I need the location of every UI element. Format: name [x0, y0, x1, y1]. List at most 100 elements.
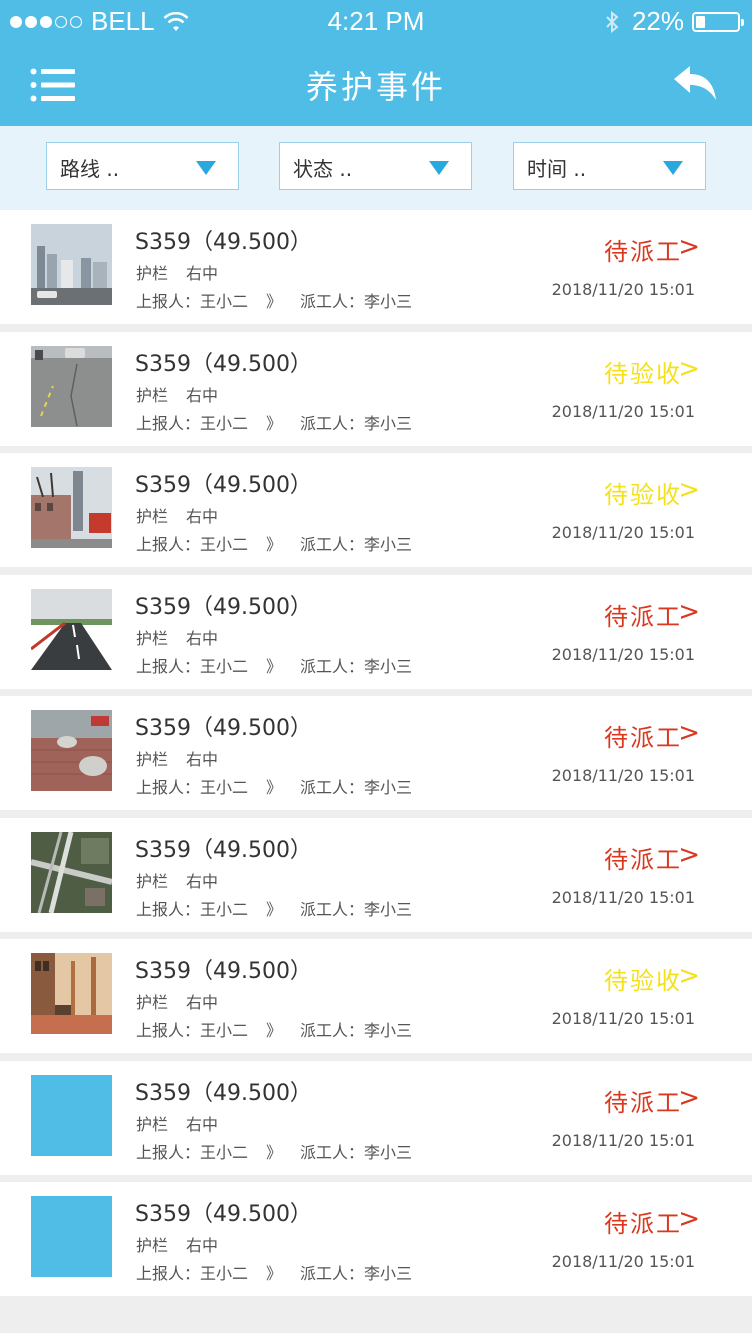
status-filter-label: 状态 .. — [293, 157, 353, 181]
flow-arrow: 》 — [266, 657, 283, 676]
city-skyline-photo — [31, 224, 112, 305]
event-detail: 护栏 右中 — [136, 382, 218, 406]
event-code: S359（49.500） — [135, 1202, 312, 1227]
event-list-item[interactable]: S359（49.500） 护栏 右中 上报人：王小二》派工人：李小三 待验收 > … — [0, 453, 752, 567]
event-status: 待派工 — [604, 724, 682, 752]
event-time: 2018/11/20 15:01 — [551, 1009, 695, 1028]
event-list-item[interactable]: S359（49.500） 护栏 右中 上报人：王小二》派工人：李小三 待验收 > … — [0, 939, 752, 1053]
event-code: S359（49.500） — [135, 595, 312, 620]
event-time: 2018/11/20 15:01 — [551, 1131, 695, 1150]
event-code: S359（49.500） — [135, 352, 312, 377]
event-position: 右中 — [186, 264, 219, 283]
event-detail: 护栏 右中 — [136, 746, 218, 770]
event-type: 护栏 — [136, 386, 169, 405]
event-reporter: 上报人：王小二 — [136, 1143, 249, 1162]
event-position: 右中 — [186, 1115, 219, 1134]
event-type: 护栏 — [136, 872, 169, 891]
event-reporter: 上报人：王小二 — [136, 778, 249, 797]
route-filter-label: 路线 .. — [60, 157, 120, 181]
placeholder-image — [31, 1196, 112, 1277]
event-dispatcher: 派工人：李小三 — [300, 657, 413, 676]
battery-icon — [692, 11, 744, 32]
chevron-right-icon: > — [678, 597, 700, 627]
event-reporter: 上报人：王小二 — [136, 1021, 249, 1040]
event-position: 右中 — [186, 993, 219, 1012]
time-filter-dropdown[interactable]: 时间 .. — [513, 142, 706, 190]
event-status: 待派工 — [604, 846, 682, 874]
battery-status: 22% — [604, 6, 744, 37]
event-list-item[interactable]: S359（49.500） 护栏 右中 上报人：王小二》派工人：李小三 待派工 > … — [0, 818, 752, 932]
flow-arrow: 》 — [266, 1143, 283, 1162]
brick-pavement-photo — [31, 710, 112, 791]
event-type: 护栏 — [136, 629, 169, 648]
event-dispatcher: 派工人：李小三 — [300, 1021, 413, 1040]
event-reporter: 上报人：王小二 — [136, 292, 249, 311]
chevron-right-icon: > — [678, 1083, 700, 1113]
back-arrow-icon[interactable] — [674, 66, 716, 100]
event-time: 2018/11/20 15:01 — [551, 523, 695, 542]
event-status: 待验收 — [604, 967, 682, 995]
status-bar: BELL 4:21 PM 22% — [0, 0, 752, 42]
chevron-right-icon: > — [678, 1204, 700, 1234]
event-list-item[interactable]: S359（49.500） 护栏 右中 上报人：王小二》派工人：李小三 待派工 > … — [0, 1061, 752, 1175]
event-list-item[interactable]: S359（49.500） 护栏 右中 上报人：王小二》派工人：李小三 待派工 > … — [0, 210, 752, 324]
flow-arrow: 》 — [266, 535, 283, 554]
event-code: S359（49.500） — [135, 959, 312, 984]
highway-photo — [31, 589, 112, 670]
street-trees-photo — [31, 953, 112, 1034]
route-filter-dropdown[interactable]: 路线 .. — [46, 142, 239, 190]
event-detail: 护栏 右中 — [136, 868, 218, 892]
event-status: 待验收 — [604, 481, 682, 509]
event-dispatcher: 派工人：李小三 — [300, 535, 413, 554]
event-position: 右中 — [186, 386, 219, 405]
bluetooth-icon — [606, 10, 619, 33]
event-list-item[interactable]: S359（49.500） 护栏 右中 上报人：王小二》派工人：李小三 待派工 > … — [0, 696, 752, 810]
event-reporter: 上报人：王小二 — [136, 535, 249, 554]
chevron-right-icon: > — [678, 961, 700, 991]
event-reporter: 上报人：王小二 — [136, 1264, 249, 1283]
event-people: 上报人：王小二》派工人：李小三 — [136, 531, 412, 555]
event-people: 上报人：王小二》派工人：李小三 — [136, 1139, 412, 1163]
flow-arrow: 》 — [266, 1264, 283, 1283]
event-list-item[interactable]: S359（49.500） 护栏 右中 上报人：王小二》派工人：李小三 待验收 > … — [0, 332, 752, 446]
battery-percent: 22% — [631, 6, 684, 36]
event-detail: 护栏 右中 — [136, 260, 218, 284]
event-time: 2018/11/20 15:01 — [551, 888, 695, 907]
event-type: 护栏 — [136, 1115, 169, 1134]
dropdown-arrow-icon — [196, 161, 216, 175]
event-detail: 护栏 右中 — [136, 989, 218, 1013]
event-reporter: 上报人：王小二 — [136, 900, 249, 919]
event-list-item[interactable]: S359（49.500） 护栏 右中 上报人：王小二》派工人：李小三 待派工 > … — [0, 575, 752, 689]
street-buildings-photo — [31, 467, 112, 548]
event-dispatcher: 派工人：李小三 — [300, 414, 413, 433]
placeholder-image — [31, 1075, 112, 1156]
filter-bar: 路线 .. 状态 .. 时间 .. — [0, 126, 752, 210]
time-filter-label: 时间 .. — [527, 157, 587, 181]
event-status: 待派工 — [604, 1089, 682, 1117]
event-position: 右中 — [186, 750, 219, 769]
chevron-right-icon: > — [678, 475, 700, 505]
event-type: 护栏 — [136, 993, 169, 1012]
event-type: 护栏 — [136, 507, 169, 526]
event-people: 上报人：王小二》派工人：李小三 — [136, 288, 412, 312]
dropdown-arrow-icon — [429, 161, 449, 175]
chevron-right-icon: > — [678, 232, 700, 262]
event-position: 右中 — [186, 629, 219, 648]
event-list-item[interactable]: S359（49.500） 护栏 右中 上报人：王小二》派工人：李小三 待派工 > … — [0, 1182, 752, 1296]
flow-arrow: 》 — [266, 414, 283, 433]
flow-arrow: 》 — [266, 900, 283, 919]
status-filter-dropdown[interactable]: 状态 .. — [279, 142, 472, 190]
flow-arrow: 》 — [266, 1021, 283, 1040]
event-people: 上报人：王小二》派工人：李小三 — [136, 1260, 412, 1284]
event-code: S359（49.500） — [135, 1081, 312, 1106]
event-dispatcher: 派工人：李小三 — [300, 778, 413, 797]
event-detail: 护栏 右中 — [136, 1232, 218, 1256]
event-dispatcher: 派工人：李小三 — [300, 292, 413, 311]
event-type: 护栏 — [136, 750, 169, 769]
event-detail: 护栏 右中 — [136, 1111, 218, 1135]
event-reporter: 上报人：王小二 — [136, 657, 249, 676]
event-status: 待派工 — [604, 238, 682, 266]
page-title: 养护事件 — [305, 68, 446, 106]
event-reporter: 上报人：王小二 — [136, 414, 249, 433]
event-detail: 护栏 右中 — [136, 625, 218, 649]
